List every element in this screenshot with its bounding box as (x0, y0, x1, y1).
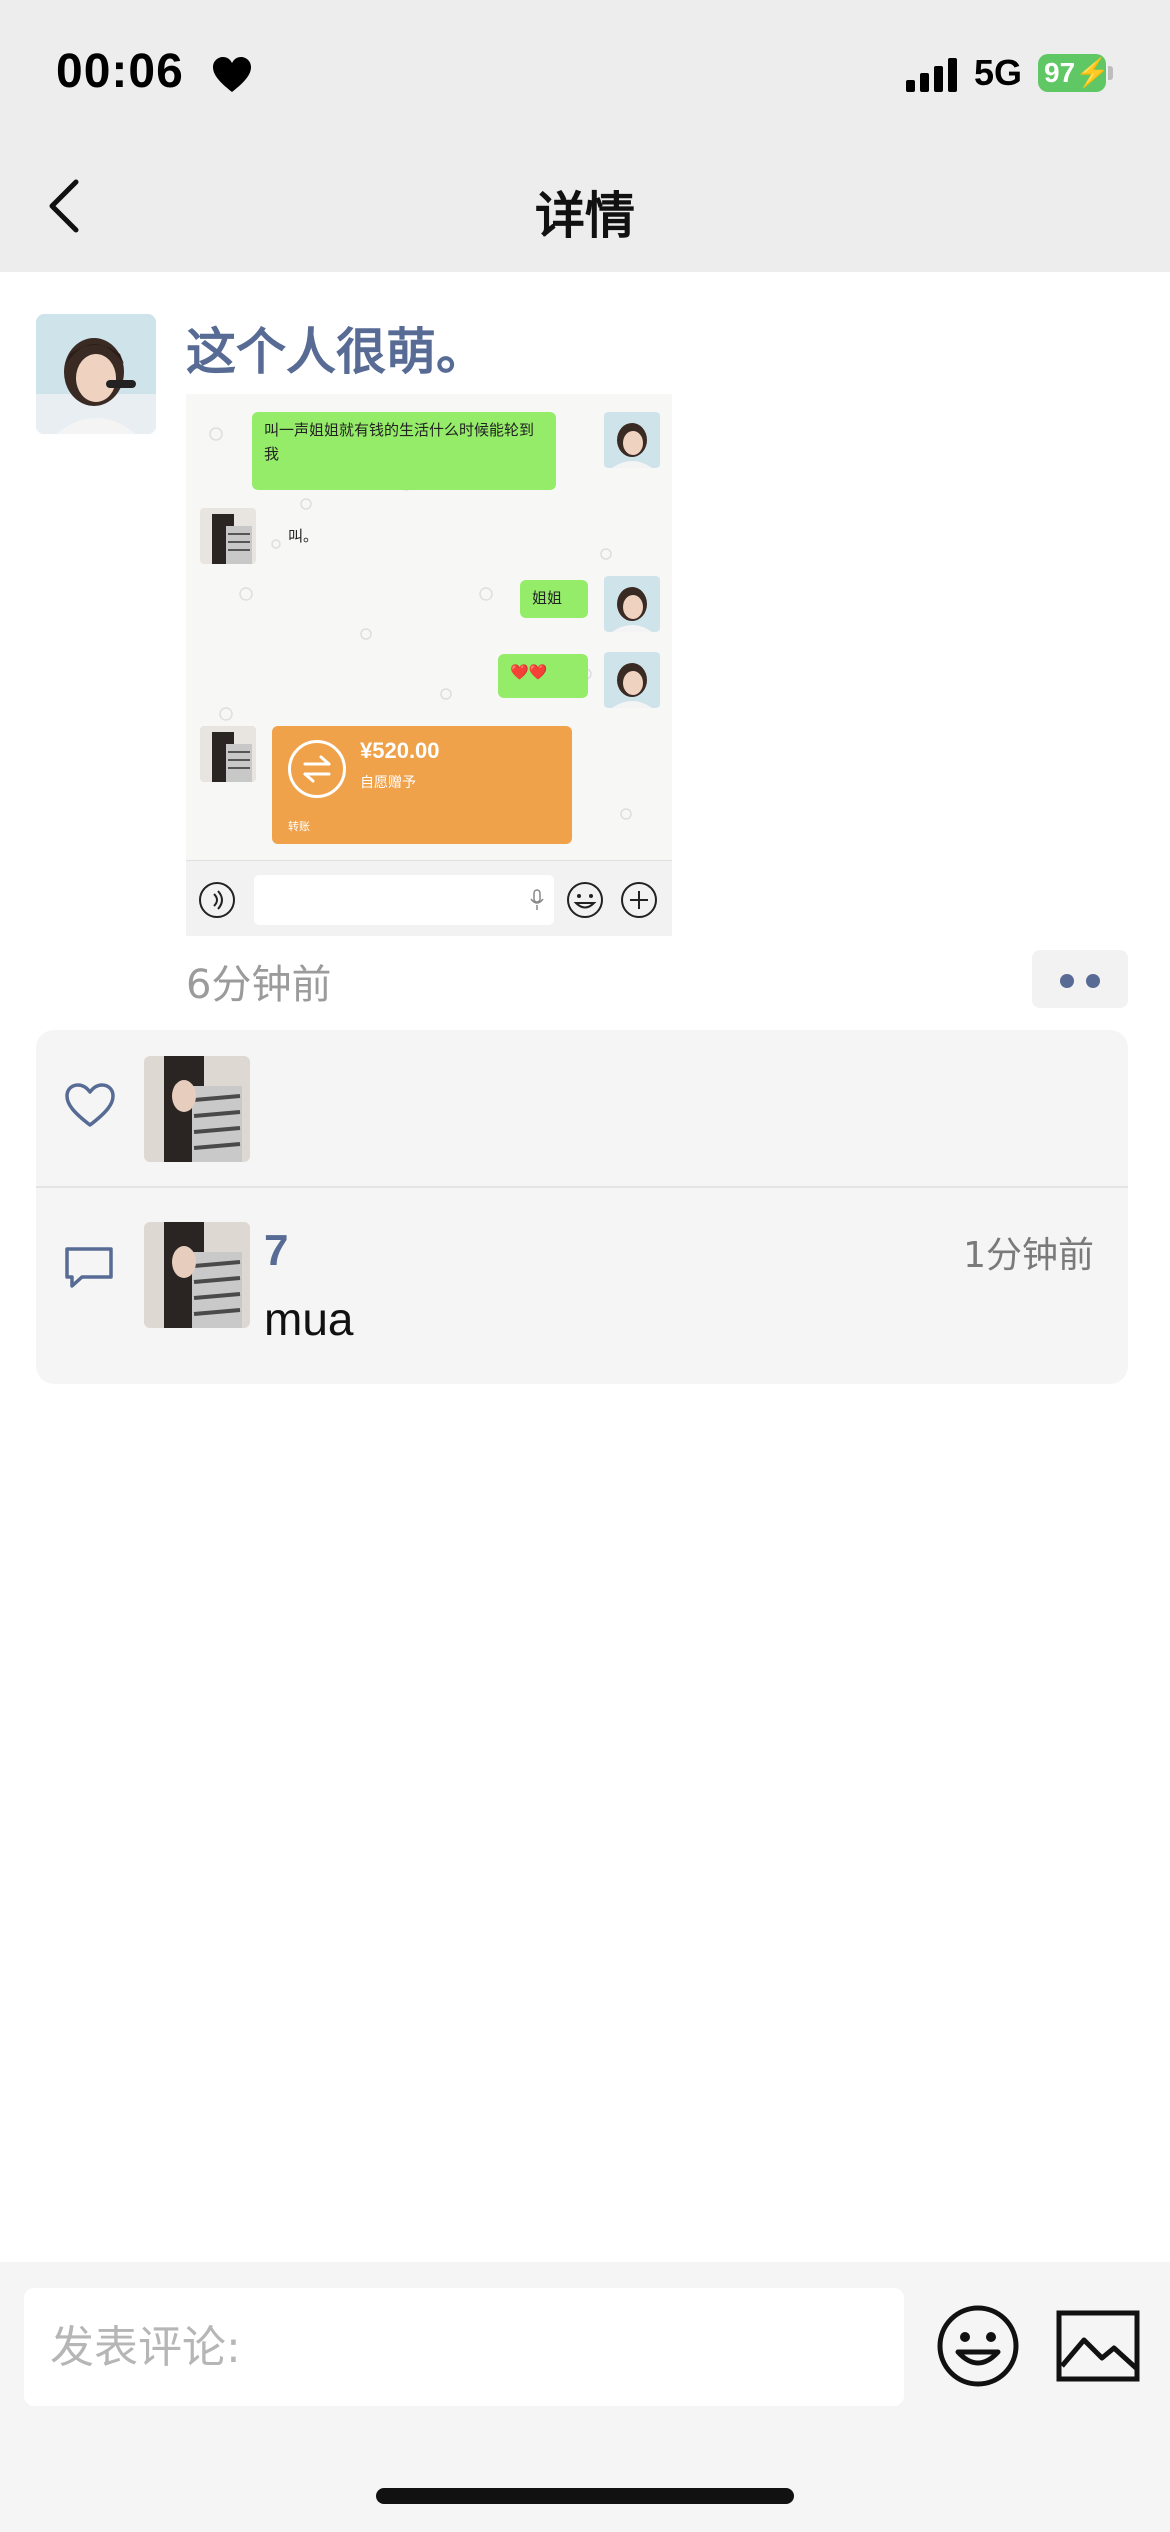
comment-text: mua (264, 1293, 354, 1345)
chat-avatar-left (200, 726, 256, 782)
transfer-card: ¥520.00 自愿赠予 转账 (272, 726, 572, 844)
chat-message-3: 姐姐 (520, 580, 588, 618)
image-button[interactable] (1056, 2310, 1140, 2382)
transfer-note: 自愿赠予 (360, 775, 416, 791)
chat-message-2: 叫。 (288, 527, 319, 545)
dot-icon (1060, 974, 1074, 988)
chat-message-1: 叫一声姐姐就有钱的生活什么时候能轮到我 (252, 412, 556, 490)
battery-indicator: 97⚡ (1038, 54, 1110, 92)
heart-outline-icon (65, 1083, 115, 1127)
liker-avatar[interactable] (144, 1056, 250, 1162)
commenter-name[interactable]: 7 (264, 1226, 288, 1276)
battery-level: 97 (1044, 57, 1076, 88)
signal-icon (906, 58, 957, 92)
chat-avatar-left (200, 508, 256, 564)
author-name[interactable]: 这个人很萌。 (186, 312, 486, 384)
chat-avatar-right (604, 412, 660, 468)
voice-icon (199, 882, 235, 918)
chat-avatar-right (604, 576, 660, 632)
network-type: 5G (974, 52, 1023, 93)
mic-icon (530, 889, 544, 910)
likes-row (36, 1030, 1128, 1186)
comment-time: 1分钟前 (963, 1235, 1094, 1276)
page-title: 详情 (535, 187, 635, 245)
post-image[interactable]: 叫一声姐姐就有钱的生活什么时候能轮到我 叫。 姐姐 ❤️❤️ ¥520.00 自… (186, 394, 672, 936)
interaction-panel: 7 1分钟前 mua (36, 1030, 1128, 1384)
top-bar: 00:06 5G 97⚡ 详情 (0, 0, 1170, 272)
battery-nub (1108, 66, 1113, 80)
charging-icon: ⚡ (1075, 57, 1111, 88)
chat-text-field (254, 875, 554, 925)
comment-row[interactable]: 7 1分钟前 mua (36, 1188, 1128, 1384)
status-time: 00:06 (56, 45, 184, 98)
chat-avatar-right (604, 652, 660, 708)
home-indicator (376, 2488, 794, 2504)
transfer-label: 转账 (288, 820, 310, 833)
commenter-avatar[interactable] (144, 1222, 250, 1328)
post-time: 6分钟前 (186, 962, 332, 1008)
chat-input-bar (186, 860, 672, 936)
transfer-icon (288, 740, 346, 798)
more-actions-button[interactable] (1032, 950, 1128, 1008)
plus-icon (621, 882, 657, 918)
comment-input[interactable] (24, 2288, 904, 2406)
emoji-icon (567, 882, 603, 918)
author-avatar[interactable] (36, 314, 156, 434)
comment-icon (65, 1247, 113, 1288)
transfer-amount: ¥520.00 (360, 738, 440, 763)
emoji-button[interactable] (936, 2304, 1020, 2388)
dot-icon (1086, 974, 1100, 988)
heart-icon (213, 57, 251, 92)
chat-message-4: ❤️❤️ (498, 654, 588, 698)
